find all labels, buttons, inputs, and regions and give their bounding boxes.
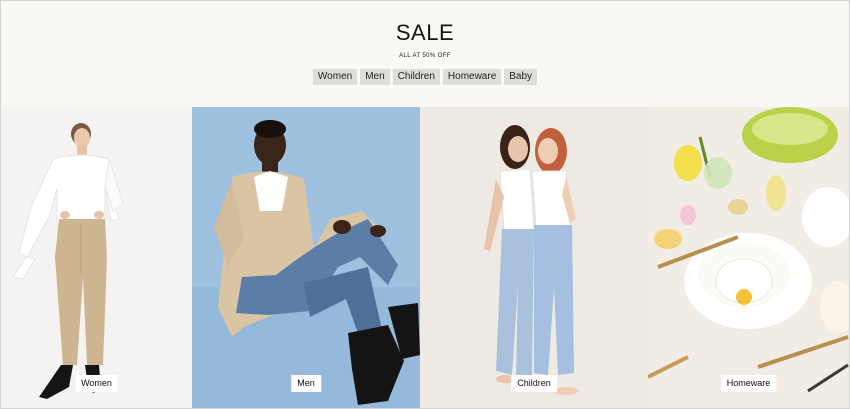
tile-children[interactable]: Children <box>420 107 648 408</box>
tile-men[interactable]: Men <box>192 107 420 408</box>
tile-label-women[interactable]: Women <box>75 375 118 392</box>
homeware-photo <box>648 107 849 408</box>
women-photo <box>1 107 192 408</box>
category-tab-children[interactable]: Children <box>392 69 440 85</box>
tile-label-homeware[interactable]: Homeware <box>720 375 777 392</box>
page-frame: SALE ALL AT 50% OFF Women Men Children H… <box>0 0 850 409</box>
category-tabs: Women Men Children Homeware Baby <box>1 69 849 85</box>
tile-women[interactable]: Women <box>1 107 192 408</box>
category-tab-baby[interactable]: Baby <box>504 69 538 85</box>
category-tab-women[interactable]: Women <box>312 69 358 85</box>
category-tab-men[interactable]: Men <box>360 69 390 85</box>
page-title: SALE <box>395 20 455 45</box>
sale-banner: SALE ALL AT 50% OFF Women Men Children H… <box>1 1 849 107</box>
category-tiles: Women Men Children Homeware <box>1 107 849 408</box>
category-tab-homeware[interactable]: Homeware <box>442 69 502 85</box>
men-photo <box>192 107 420 408</box>
sale-subtitle: ALL AT 50% OFF <box>399 53 451 59</box>
tile-label-men[interactable]: Men <box>291 375 321 392</box>
children-photo <box>420 107 648 408</box>
tile-homeware[interactable]: Homeware <box>648 107 849 408</box>
tile-label-children[interactable]: Children <box>511 375 557 392</box>
